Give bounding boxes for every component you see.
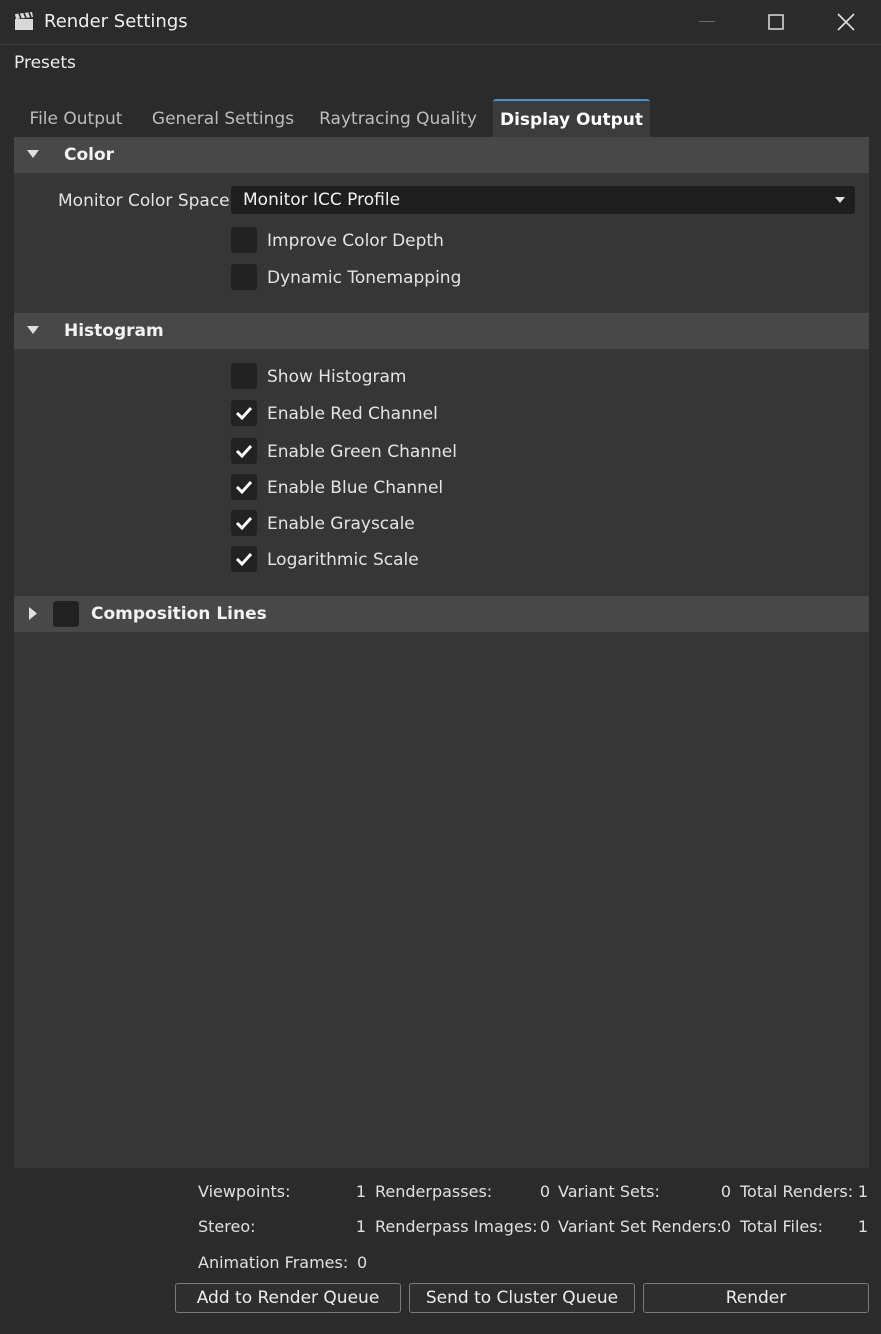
composition-lines-title: Composition Lines [91,604,267,624]
logarithmic-scale-label: Logarithmic Scale [267,550,419,570]
total-renders-value: 1 [857,1182,868,1201]
menu-bar: Presets [0,45,881,81]
clapperboard-icon [15,12,33,30]
renderpasses-value: 0 [539,1182,550,1201]
triangle-right-icon [29,607,37,620]
histogram-section-title: Histogram [64,321,164,341]
variant-sets-value: 0 [720,1182,731,1201]
show-histogram-checkbox[interactable] [231,363,257,389]
enable-grayscale-label: Enable Grayscale [267,514,415,534]
tab-bar: File Output General Settings Raytracing … [14,99,869,139]
monitor-color-space-label: Monitor Color Space [58,191,230,211]
checkmark-icon [235,444,253,459]
minimize-icon [699,21,715,22]
color-section-header[interactable]: Color [14,137,869,173]
viewpoints-label: Viewpoints: [198,1182,291,1201]
improve-color-depth-label: Improve Color Depth [267,231,444,251]
checkmark-icon [235,480,253,495]
variant-set-renders-label: Variant Set Renders: [558,1217,722,1236]
checkmark-icon [235,552,253,567]
enable-green-channel-label: Enable Green Channel [267,442,457,462]
enable-blue-channel-checkbox[interactable] [231,474,257,500]
total-files-label: Total Files: [740,1217,823,1236]
tab-general-settings[interactable]: General Settings [148,99,298,137]
viewpoints-value: 1 [355,1182,366,1201]
minimize-button[interactable] [672,0,742,44]
close-button[interactable] [811,0,881,44]
monitor-color-space-dropdown[interactable]: Monitor ICC Profile [231,186,855,214]
dynamic-tonemapping-label: Dynamic Tonemapping [267,268,462,288]
enable-grayscale-checkbox[interactable] [231,510,257,536]
histogram-section-header[interactable]: Histogram [14,313,869,349]
enable-red-channel-label: Enable Red Channel [267,404,438,424]
tab-file-output[interactable]: File Output [14,99,138,137]
renderpass-images-label: Renderpass Images: [375,1217,538,1236]
improve-color-depth-checkbox[interactable] [231,227,257,253]
animation-frames-value: 0 [357,1253,368,1272]
presets-menu[interactable]: Presets [14,53,76,73]
dynamic-tonemapping-checkbox[interactable] [231,264,257,290]
display-output-panel: Color Monitor Color Space Monitor ICC Pr… [14,137,869,1168]
window-title: Render Settings [44,11,188,32]
stereo-value: 1 [355,1217,366,1236]
enable-blue-channel-label: Enable Blue Channel [267,478,444,498]
chevron-down-icon [835,197,845,203]
maximize-button[interactable] [741,0,811,44]
maximize-icon [768,14,784,30]
tab-display-output[interactable]: Display Output [493,99,650,139]
triangle-down-icon [27,326,39,334]
send-to-cluster-queue-button[interactable]: Send to Cluster Queue [409,1283,635,1313]
variant-set-renders-value: 0 [720,1217,731,1236]
render-button[interactable]: Render [643,1283,869,1313]
logarithmic-scale-checkbox[interactable] [231,546,257,572]
color-section-title: Color [64,145,115,165]
renderpasses-label: Renderpasses: [375,1182,493,1201]
dropdown-selected-value: Monitor ICC Profile [243,190,401,210]
checkmark-icon [235,516,253,531]
triangle-down-icon [27,150,39,158]
variant-sets-label: Variant Sets: [558,1182,660,1201]
enable-green-channel-checkbox[interactable] [231,438,257,464]
close-icon [837,13,855,31]
tab-raytracing-quality[interactable]: Raytracing Quality [312,99,484,137]
composition-lines-checkbox[interactable] [53,601,79,627]
total-renders-label: Total Renders: [740,1182,854,1201]
enable-red-channel-checkbox[interactable] [231,400,257,426]
show-histogram-label: Show Histogram [267,367,407,387]
stereo-label: Stereo: [198,1217,256,1236]
renderpass-images-value: 0 [539,1217,550,1236]
total-files-value: 1 [857,1217,868,1236]
animation-frames-label: Animation Frames: [198,1253,349,1272]
checkmark-icon [235,406,253,421]
add-to-render-queue-button[interactable]: Add to Render Queue [175,1283,401,1313]
composition-lines-section-header[interactable]: Composition Lines [14,596,869,632]
title-bar: Render Settings [0,0,881,45]
